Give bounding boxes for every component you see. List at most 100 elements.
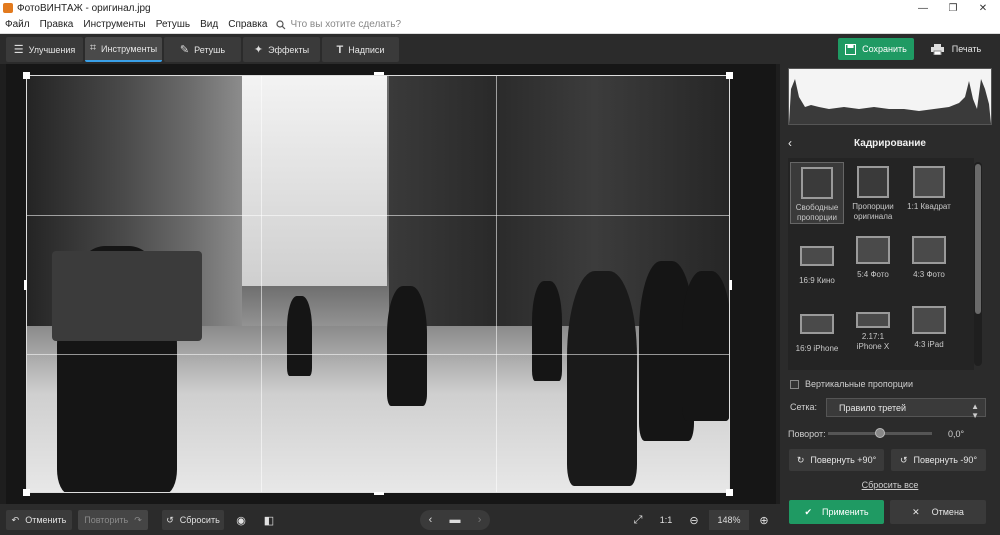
tab-label: Эффекты (268, 44, 310, 55)
preset-original[interactable]: Пропорции оригинала (846, 166, 900, 222)
preset-16-9-cinema[interactable]: 16:9 Кино (790, 240, 844, 286)
photo-sky (237, 76, 387, 286)
fit-screen-icon[interactable]: ⤢ (628, 510, 648, 530)
rotate-right-button[interactable]: ↻ Повернуть +90° (789, 449, 884, 471)
next-image-icon[interactable]: › (478, 514, 482, 526)
crop-handle-left[interactable] (24, 280, 27, 290)
menu-search[interactable]: Что вы хотите сделать? (276, 19, 401, 30)
chevron-updown-icon: ▲ ▼ (971, 402, 979, 420)
tab-label: Улучшения (28, 44, 76, 55)
tab-effects[interactable]: ✦ Эффекты (243, 37, 320, 62)
rotation-slider-knob[interactable] (875, 428, 885, 438)
preset-label: 4:3 iPad (914, 340, 944, 349)
print-label: Печать (951, 44, 982, 54)
preset-label: Пропорции (852, 202, 894, 211)
presets-scrollbar[interactable] (974, 162, 982, 366)
crop-handle-bottom[interactable] (374, 492, 384, 495)
photo-figure (682, 271, 729, 421)
reset-icon: ↺ (166, 514, 174, 525)
zoom-level[interactable]: 148% (709, 510, 749, 530)
crop-handle-tl[interactable] (23, 72, 30, 79)
grid-select[interactable]: Правило третей ▲ ▼ (826, 398, 986, 420)
crop-icon: ⌗ (89, 42, 97, 54)
tab-tools[interactable]: ⌗ Инструменты (85, 37, 162, 62)
compare-icon[interactable]: ◧ (259, 510, 279, 530)
cancel-button[interactable]: ✕ Отмена (890, 500, 986, 524)
free-crop-icon (801, 167, 833, 199)
eye-icon[interactable]: ◉ (231, 510, 251, 530)
preset-label: 1:1 Квадрат (907, 202, 951, 211)
menu-view[interactable]: Вид (195, 19, 223, 30)
histogram-graph (789, 79, 991, 124)
rotation-label: Поворот: (788, 429, 826, 439)
apply-label: Применить (822, 507, 869, 517)
crop-handle-tr[interactable] (726, 72, 733, 79)
photo-streetcar (52, 251, 202, 341)
square-icon (913, 166, 945, 198)
preset-label: оригинала (853, 212, 893, 221)
tab-retouch[interactable]: ✎ Ретушь (164, 37, 241, 62)
preset-square[interactable]: 1:1 Квадрат (902, 166, 956, 212)
zoom-out-icon[interactable]: ⊖ (684, 510, 704, 530)
image-canvas[interactable] (6, 64, 776, 504)
preset-iphone-x[interactable]: 2.17:1 iPhone X (846, 310, 900, 352)
preset-label: 2.17:1 (861, 332, 885, 341)
crop-grid-line (261, 76, 262, 492)
crop-handle-top[interactable] (374, 72, 384, 75)
minimize-button[interactable]: — (908, 0, 938, 16)
magic-icon: ✦ (253, 44, 264, 56)
preset-4-3[interactable]: 4:3 Фото (902, 236, 956, 280)
actual-size-button[interactable]: 1:1 (656, 510, 676, 530)
photo-figure (387, 286, 427, 406)
crop-grid-line (27, 215, 729, 216)
redo-button[interactable]: Повторить ↷ (78, 510, 148, 530)
crop-panel: ‹ Кадрирование Свободные пропорции Пропо… (780, 64, 1000, 535)
apply-button[interactable]: ✔ Применить (789, 500, 884, 524)
rotate-left-label: Повернуть -90° (913, 455, 978, 465)
scrollbar-thumb[interactable] (975, 164, 981, 314)
maximize-button[interactable]: ❐ (938, 0, 968, 16)
preset-label: Свободные (795, 203, 839, 212)
crop-handle-right[interactable] (729, 280, 732, 290)
vertical-proportions-row: Вертикальные пропорции (790, 379, 913, 389)
preset-free[interactable]: Свободные пропорции (790, 162, 844, 224)
tab-label: Надписи (348, 44, 385, 55)
text-icon: T (336, 43, 344, 56)
printer-icon (930, 43, 944, 55)
tab-improvements[interactable]: ☰ Улучшения (6, 37, 83, 62)
sliders-icon: ☰ (13, 44, 24, 56)
crop-handle-br[interactable] (726, 489, 733, 496)
zoom-in-icon[interactable]: ⊕ (754, 510, 774, 530)
close-button[interactable]: ✕ (968, 0, 998, 16)
menu-retouch[interactable]: Ретушь (151, 19, 195, 30)
reset-all-link[interactable]: Сбросить все (780, 480, 1000, 490)
rotate-left-button[interactable]: ↺ Повернуть -90° (891, 449, 986, 471)
crop-grid-line (27, 354, 729, 355)
menu-edit[interactable]: Правка (35, 19, 79, 30)
menu-bar: Файл Правка Инструменты Ретушь Вид Справ… (0, 16, 1000, 34)
main-toolbar: ☰ Улучшения ⌗ Инструменты ✎ Ретушь ✦ Эфф… (0, 34, 1000, 64)
histogram (788, 68, 992, 125)
menu-tools[interactable]: Инструменты (78, 19, 150, 30)
crop-handle-bl[interactable] (23, 489, 30, 496)
photo-figure (567, 271, 637, 486)
preset-label: 16:9 iPhone (795, 344, 839, 353)
preset-ipad[interactable]: 4:3 iPad (902, 306, 956, 350)
prev-image-icon[interactable]: ‹ (429, 514, 433, 526)
menu-help[interactable]: Справка (223, 19, 272, 30)
save-label: Сохранить (862, 44, 907, 54)
print-button[interactable]: Печать (918, 38, 994, 60)
search-icon (276, 19, 286, 29)
photo[interactable] (26, 75, 730, 493)
reset-button[interactable]: ↺ Сбросить (162, 510, 224, 530)
folder-icon[interactable]: ▬ (450, 514, 461, 526)
save-button[interactable]: Сохранить (838, 38, 914, 60)
undo-button[interactable]: ↶ Отменить (6, 510, 72, 530)
menu-file[interactable]: Файл (0, 19, 35, 30)
tab-text[interactable]: T Надписи (322, 37, 399, 62)
preset-5-4[interactable]: 5:4 Фото (846, 236, 900, 280)
preset-16-9-iphone[interactable]: 16:9 iPhone (790, 310, 844, 354)
vertical-proportions-checkbox[interactable] (790, 379, 799, 389)
rotation-slider[interactable] (828, 428, 932, 438)
title-bar: ФотоВИНТАЖ - оригинал.jpg — ❐ ✕ (0, 0, 1000, 16)
